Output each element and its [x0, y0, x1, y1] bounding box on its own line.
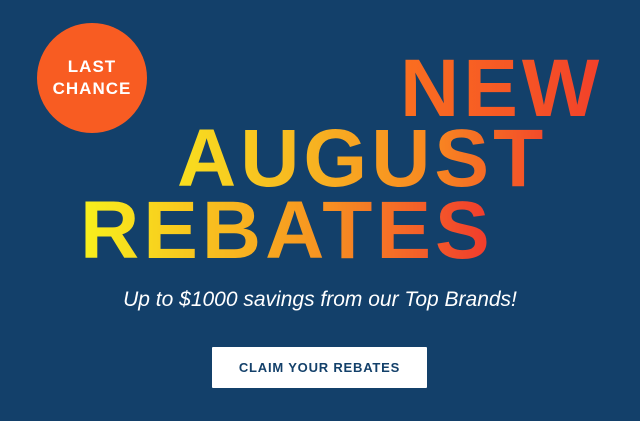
badge-line-2: CHANCE	[52, 79, 132, 98]
subtitle: Up to $1000 savings from our Top Brands!	[123, 288, 517, 311]
claim-rebates-button[interactable]: CLAIM YOUR REBATES	[212, 347, 427, 388]
headline-rebates: REBATES	[80, 185, 494, 276]
last-chance-badge: LAST CHANCE	[37, 23, 147, 133]
promo-banner: LAST CHANCE NEW AUGUST REBATES Up to $10…	[0, 0, 640, 421]
badge-line-1: LAST	[67, 57, 117, 76]
